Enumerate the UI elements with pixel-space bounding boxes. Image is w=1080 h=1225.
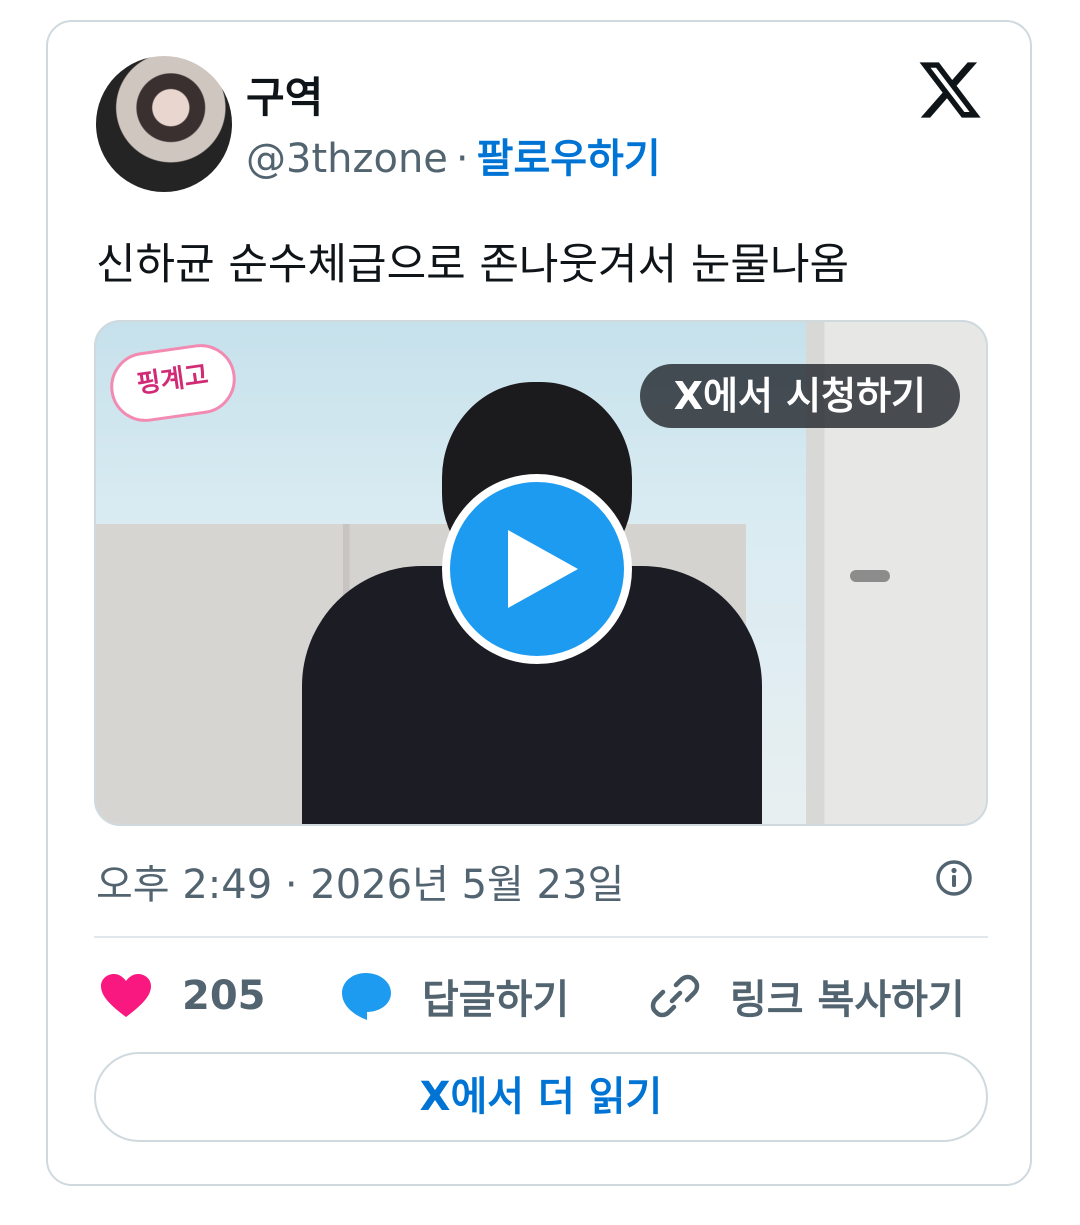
author-line: @3thzone · 팔로우하기: [246, 126, 661, 184]
follow-button[interactable]: 팔로우하기: [477, 136, 661, 182]
reply-button[interactable]: 답글하기: [340, 966, 569, 1026]
x-logo-icon[interactable]: [916, 56, 984, 124]
info-icon[interactable]: [934, 858, 974, 898]
read-more-button[interactable]: X에서 더 읽기: [94, 1052, 988, 1142]
watch-on-x-button[interactable]: X에서 시청하기: [639, 364, 960, 428]
heart-icon: [101, 974, 151, 1017]
tweet-text: 신하균 순수체급으로 존나웃겨서 눈물나옴: [96, 240, 850, 290]
separator-dot: ·: [455, 136, 469, 182]
author-handle[interactable]: @3thzone: [246, 136, 448, 182]
avatar[interactable]: [96, 56, 232, 192]
copy-link-button[interactable]: 링크 복사하기: [650, 966, 965, 1026]
copy-link-label: 링크 복사하기: [730, 977, 965, 1023]
like-button[interactable]: 205: [100, 966, 266, 1026]
video-thumbnail[interactable]: 핑계고 X에서 시청하기: [94, 320, 988, 826]
play-button[interactable]: [442, 474, 632, 664]
reply-bubble-icon: [342, 973, 391, 1020]
play-icon: [508, 530, 578, 608]
embedded-tweet-card: 구역 @3thzone · 팔로우하기 신하균 순수체급으로 존나웃겨서 눈물나옴 …: [46, 20, 1032, 1186]
divider: [94, 936, 988, 938]
thumbnail-door-handle: [850, 570, 890, 582]
reply-label: 답글하기: [422, 977, 570, 1023]
author-name[interactable]: 구역: [246, 64, 323, 125]
link-icon: [650, 974, 700, 1018]
action-bar: 205 답글하기 링크 복사하기: [94, 966, 988, 1026]
like-count: 205: [182, 973, 266, 1019]
tweet-timestamp[interactable]: 오후 2:49 · 2026년 5월 23일: [96, 852, 624, 910]
